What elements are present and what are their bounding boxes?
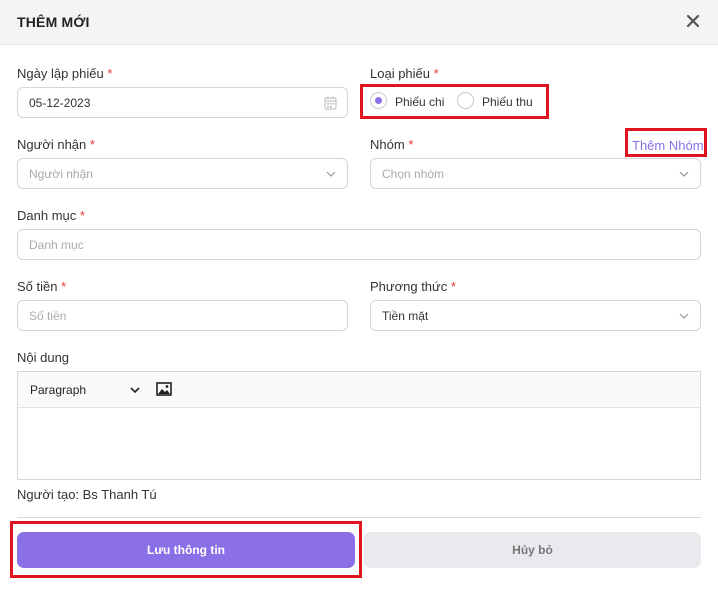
- category-input[interactable]: Danh mục: [17, 229, 701, 260]
- paragraph-format-select[interactable]: Paragraph: [30, 383, 86, 397]
- radio-phieu-thu-label[interactable]: Phiếu thu: [482, 95, 533, 109]
- group-select[interactable]: Chọn nhóm: [370, 158, 701, 189]
- group-label: Nhóm *: [370, 137, 414, 152]
- receiver-select[interactable]: Người nhận: [17, 158, 348, 189]
- chevron-down-icon: [326, 171, 336, 177]
- dialog-header: THÊM MỚI: [0, 0, 718, 45]
- date-input[interactable]: 05-12-2023: [17, 87, 348, 118]
- method-value: Tiền mặt: [382, 309, 429, 323]
- date-value: 05-12-2023: [29, 96, 91, 110]
- radio-phieu-chi-label[interactable]: Phiếu chi: [395, 95, 444, 109]
- dialog-title: THÊM MỚI: [17, 14, 90, 30]
- editor-toolbar: Paragraph: [18, 372, 700, 408]
- chevron-down-icon: [679, 171, 689, 177]
- amount-input[interactable]: Số tiền: [17, 300, 348, 331]
- creator-text: Người tạo: Bs Thanh Tú: [17, 487, 157, 502]
- group-placeholder: Chọn nhóm: [382, 167, 445, 181]
- voucher-type-label: Loại phiếu *: [370, 66, 439, 81]
- chevron-down-icon[interactable]: [129, 384, 141, 396]
- chevron-down-icon: [679, 313, 689, 319]
- add-group-link[interactable]: Thêm Nhóm: [632, 138, 704, 153]
- content-editor[interactable]: Paragraph: [17, 371, 701, 480]
- save-button[interactable]: Lưu thông tin: [17, 532, 355, 568]
- radio-phieu-thu[interactable]: [457, 92, 474, 109]
- method-label: Phương thức *: [370, 279, 456, 294]
- method-select[interactable]: Tiền mặt: [370, 300, 701, 331]
- divider: [17, 517, 701, 518]
- image-icon[interactable]: [156, 382, 172, 396]
- cancel-button[interactable]: Hủy bỏ: [364, 532, 701, 568]
- content-label: Nội dung: [17, 350, 70, 365]
- receiver-label: Người nhận *: [17, 137, 95, 152]
- amount-label: Số tiền *: [17, 279, 67, 294]
- radio-phieu-chi[interactable]: [370, 92, 387, 109]
- calendar-icon[interactable]: [324, 96, 337, 110]
- category-placeholder: Danh mục: [29, 238, 84, 252]
- amount-placeholder: Số tiền: [29, 309, 67, 323]
- receiver-placeholder: Người nhận: [29, 167, 93, 181]
- date-label: Ngày lập phiếu *: [17, 66, 113, 81]
- close-icon[interactable]: [682, 10, 704, 32]
- category-label: Danh mục *: [17, 208, 85, 223]
